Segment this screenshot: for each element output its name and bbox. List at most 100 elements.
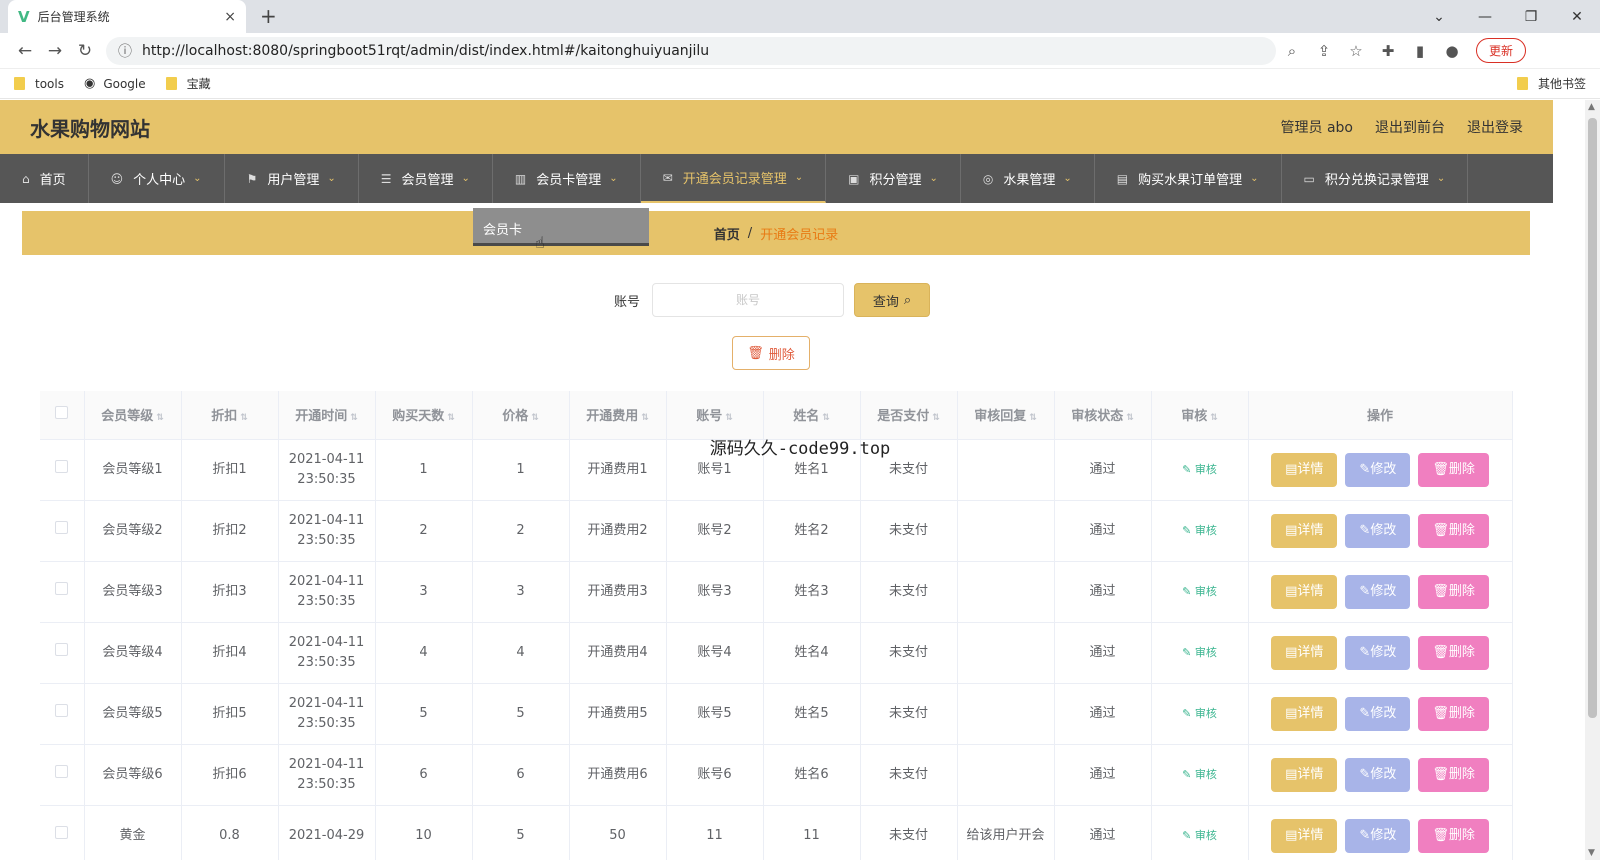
edit-button[interactable]: ✎ 修改 bbox=[1345, 757, 1411, 792]
row-checkbox[interactable] bbox=[55, 764, 69, 778]
row-checkbox[interactable] bbox=[55, 520, 69, 534]
menu-points-exchange[interactable]: ▭ 积分兑换记录管理 ⌄ bbox=[1282, 154, 1469, 203]
query-button[interactable]: 查询 ⌕ bbox=[854, 283, 931, 317]
col-header[interactable]: 开通费用 ⇅ bbox=[569, 391, 667, 440]
menu-points-management[interactable]: ▣ 积分管理 ⌄ bbox=[826, 154, 961, 203]
other-bookmarks[interactable]: 其他书签 bbox=[1516, 75, 1586, 92]
row-select-cell[interactable] bbox=[40, 744, 85, 806]
new-tab-button[interactable]: + bbox=[260, 4, 277, 28]
scrollbar-thumb[interactable] bbox=[1588, 118, 1597, 718]
bookmark-google[interactable]: ◉ Google bbox=[84, 76, 146, 91]
menu-fruit-orders[interactable]: ▤ 购买水果订单管理 ⌄ bbox=[1095, 154, 1282, 203]
detail-button[interactable]: ▤ 详情 bbox=[1271, 757, 1338, 792]
batch-delete-button[interactable]: 🗑 删除 bbox=[732, 336, 810, 370]
edit-button[interactable]: ✎ 修改 bbox=[1345, 696, 1411, 731]
col-header[interactable]: 审核状态 ⇅ bbox=[1054, 391, 1152, 440]
page-scrollbar[interactable]: ▲ ▼ bbox=[1585, 100, 1600, 860]
audit-link[interactable]: ✎ 审核 bbox=[1182, 524, 1217, 537]
col-header[interactable]: 审核回复 ⇅ bbox=[957, 391, 1055, 440]
row-checkbox[interactable] bbox=[55, 581, 69, 595]
delete-button[interactable]: 🗑 删除 bbox=[1418, 696, 1489, 731]
cell-audit[interactable]: ✎ 审核 bbox=[1151, 805, 1249, 860]
edit-button[interactable]: ✎ 修改 bbox=[1345, 574, 1411, 609]
col-header[interactable]: 价格 ⇅ bbox=[472, 391, 570, 440]
forward-icon[interactable]: → bbox=[40, 41, 70, 61]
edit-button[interactable]: ✎ 修改 bbox=[1345, 635, 1411, 670]
edit-button[interactable]: ✎ 修改 bbox=[1345, 818, 1411, 853]
menu-home[interactable]: ⌂ 首页 bbox=[0, 154, 89, 203]
col-header[interactable]: 会员等级 ⇅ bbox=[84, 391, 182, 440]
detail-button[interactable]: ▤ 详情 bbox=[1271, 574, 1338, 609]
cell-audit[interactable]: ✎ 审核 bbox=[1151, 622, 1249, 684]
tab-search-icon[interactable]: ⌄ bbox=[1416, 0, 1462, 33]
select-all-header[interactable] bbox=[40, 391, 85, 440]
row-checkbox[interactable] bbox=[55, 825, 69, 839]
col-header[interactable]: 账号 ⇅ bbox=[666, 391, 764, 440]
star-icon[interactable]: ☆ bbox=[1340, 42, 1372, 60]
delete-button[interactable]: 🗑 删除 bbox=[1418, 635, 1489, 670]
scroll-up-icon[interactable]: ▲ bbox=[1588, 102, 1595, 112]
row-checkbox[interactable] bbox=[55, 459, 69, 473]
row-select-cell[interactable] bbox=[40, 622, 85, 684]
delete-button[interactable]: 🗑 删除 bbox=[1418, 818, 1489, 853]
row-checkbox[interactable] bbox=[55, 642, 69, 656]
bookmark-tools[interactable]: tools bbox=[14, 77, 64, 91]
cell-audit[interactable]: ✎ 审核 bbox=[1151, 744, 1249, 806]
bookmark-baozang[interactable]: 宝藏 bbox=[165, 75, 211, 92]
update-button[interactable]: 更新 bbox=[1476, 38, 1527, 63]
cell-audit[interactable]: ✎ 审核 bbox=[1151, 683, 1249, 745]
row-select-cell[interactable] bbox=[40, 805, 85, 860]
url-field[interactable]: ⓘ http://localhost:8080/springboot51rqt/… bbox=[106, 36, 1276, 65]
menu-member-management[interactable]: ☰ 会员管理 ⌄ bbox=[359, 154, 493, 203]
row-select-cell[interactable] bbox=[40, 683, 85, 745]
row-select-cell[interactable] bbox=[40, 500, 85, 562]
detail-button[interactable]: ▤ 详情 bbox=[1271, 696, 1338, 731]
back-icon[interactable]: ← bbox=[10, 41, 40, 61]
reload-icon[interactable]: ↻ bbox=[70, 41, 100, 61]
menu-fruit-management[interactable]: ◎ 水果管理 ⌄ bbox=[961, 154, 1095, 203]
col-header[interactable]: 姓名 ⇅ bbox=[763, 391, 861, 440]
col-header[interactable]: 购买天数 ⇅ bbox=[375, 391, 473, 440]
dropdown-item-member-card[interactable]: 会员卡 bbox=[473, 208, 649, 246]
audit-link[interactable]: ✎ 审核 bbox=[1182, 768, 1217, 781]
select-all-checkbox[interactable] bbox=[55, 406, 69, 420]
menu-personal-center[interactable]: ☺ 个人中心 ⌄ bbox=[89, 154, 225, 203]
audit-link[interactable]: ✎ 审核 bbox=[1182, 463, 1217, 476]
audit-link[interactable]: ✎ 审核 bbox=[1182, 646, 1217, 659]
col-header[interactable]: 折扣 ⇅ bbox=[181, 391, 279, 440]
breadcrumb-home[interactable]: 首页 bbox=[714, 224, 740, 243]
audit-link[interactable]: ✎ 审核 bbox=[1182, 707, 1217, 720]
delete-button[interactable]: 🗑 删除 bbox=[1418, 574, 1489, 609]
account-search-input[interactable] bbox=[652, 283, 845, 317]
share-icon[interactable]: ⇪ bbox=[1308, 42, 1340, 60]
col-header[interactable]: 是否支付 ⇅ bbox=[860, 391, 958, 440]
edit-button[interactable]: ✎ 修改 bbox=[1345, 513, 1411, 548]
tab-close-icon[interactable]: × bbox=[224, 9, 236, 25]
col-header[interactable]: 审核 ⇅ bbox=[1151, 391, 1249, 440]
detail-button[interactable]: ▤ 详情 bbox=[1271, 818, 1338, 853]
sidepanel-icon[interactable]: ▮ bbox=[1404, 42, 1436, 60]
minimize-icon[interactable]: — bbox=[1462, 0, 1508, 33]
cell-audit[interactable]: ✎ 审核 bbox=[1151, 561, 1249, 623]
zoom-icon[interactable]: ⌕ bbox=[1276, 42, 1308, 60]
delete-button[interactable]: 🗑 删除 bbox=[1418, 757, 1489, 792]
logout-link[interactable]: 退出登录 bbox=[1467, 117, 1523, 137]
to-front-link[interactable]: 退出到前台 bbox=[1375, 117, 1445, 137]
browser-tab[interactable]: V 后台管理系统 × bbox=[8, 0, 246, 33]
menu-member-card-management[interactable]: ▥ 会员卡管理 ⌄ bbox=[493, 154, 641, 203]
site-info-icon[interactable]: ⓘ bbox=[118, 41, 132, 61]
audit-link[interactable]: ✎ 审核 bbox=[1182, 829, 1217, 842]
cell-audit[interactable]: ✎ 审核 bbox=[1151, 500, 1249, 562]
menu-membership-records[interactable]: ✉ 开通会员记录管理 ⌄ bbox=[640, 154, 827, 203]
scroll-down-icon[interactable]: ▼ bbox=[1588, 848, 1595, 858]
audit-link[interactable]: ✎ 审核 bbox=[1182, 585, 1217, 598]
extensions-icon[interactable]: ✚ bbox=[1372, 42, 1404, 60]
restore-icon[interactable]: ❐ bbox=[1508, 0, 1554, 33]
delete-button[interactable]: 🗑 删除 bbox=[1418, 513, 1489, 548]
detail-button[interactable]: ▤ 详情 bbox=[1271, 513, 1338, 548]
row-checkbox[interactable] bbox=[55, 703, 69, 717]
menu-user-management[interactable]: ⚑ 用户管理 ⌄ bbox=[225, 154, 359, 203]
col-header[interactable]: 开通时间 ⇅ bbox=[278, 391, 376, 440]
detail-button[interactable]: ▤ 详情 bbox=[1271, 635, 1338, 670]
profile-icon[interactable]: ● bbox=[1436, 42, 1468, 60]
